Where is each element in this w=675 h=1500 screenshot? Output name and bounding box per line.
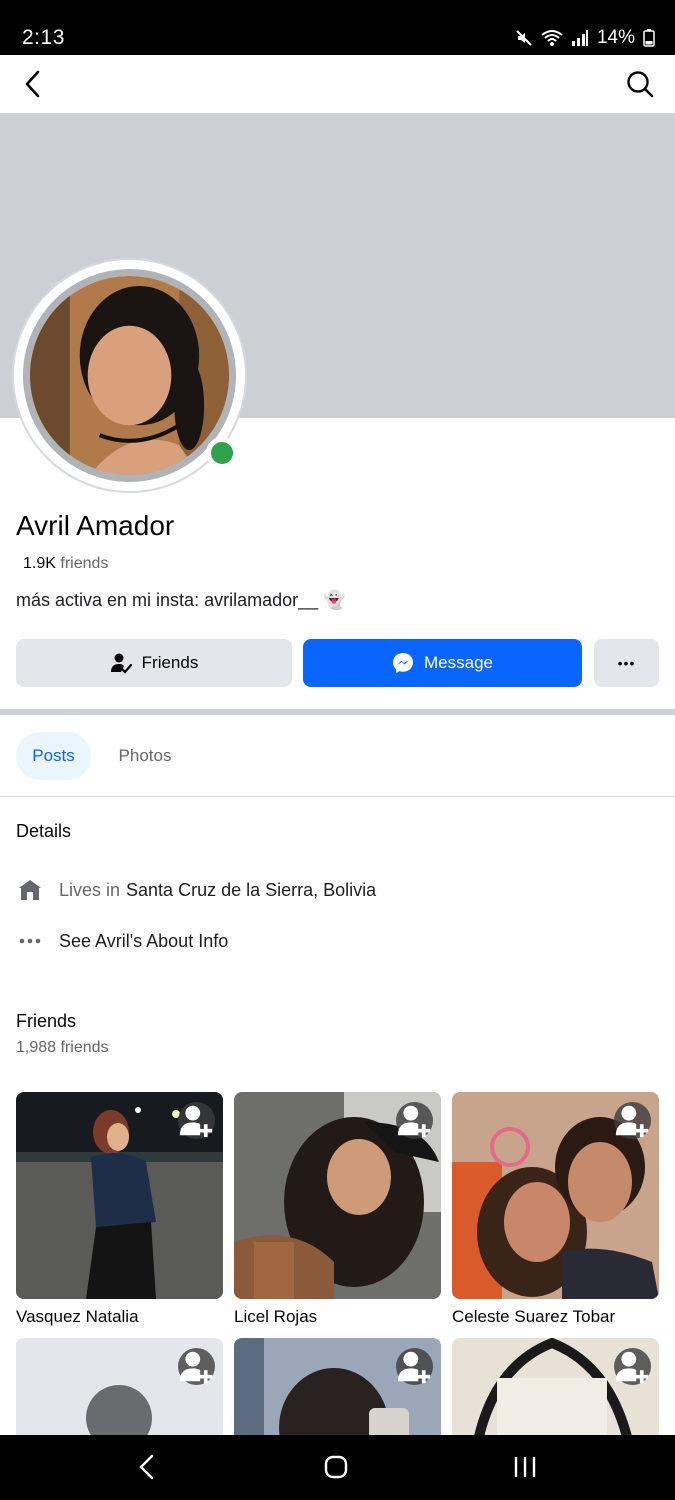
friends-button-label: Friends <box>141 653 199 672</box>
friend-count-label: friends <box>60 555 109 572</box>
add-friend-icon[interactable] <box>614 1102 651 1139</box>
messenger-icon <box>393 653 413 673</box>
friend-count[interactable]: 1.9K friends <box>23 555 108 573</box>
top-nav <box>0 55 675 113</box>
lives-in-place[interactable]: Santa Cruz de la Sierra, Bolivia <box>126 880 376 901</box>
add-friend-icon[interactable] <box>396 1348 433 1385</box>
tab-posts[interactable]: Posts <box>16 732 91 780</box>
section-divider <box>0 709 675 715</box>
more-dots-icon <box>16 927 44 955</box>
search-icon[interactable] <box>625 69 655 99</box>
friends-button[interactable]: Friends <box>16 639 292 687</box>
system-recents-icon[interactable] <box>512 1455 538 1479</box>
profile-name: Avril Amador <box>16 510 175 541</box>
more-dots-icon: ••• <box>617 655 636 671</box>
add-friend-icon[interactable] <box>614 1348 651 1385</box>
profile-bio: más activa en mi insta: avrilamador__ 👻 <box>16 590 346 610</box>
tabs-divider <box>0 796 675 797</box>
system-nav-bar <box>0 1435 675 1500</box>
add-friend-icon[interactable] <box>178 1348 215 1385</box>
home-icon <box>16 876 44 904</box>
friend-photo <box>234 1092 441 1299</box>
online-status-dot <box>206 437 238 469</box>
status-time: 2:13 <box>22 26 65 49</box>
tab-photos[interactable]: Photos <box>103 732 187 780</box>
friend-photo <box>452 1092 659 1299</box>
mute-icon <box>516 30 532 46</box>
battery-icon <box>643 29 655 47</box>
add-friend-icon[interactable] <box>178 1102 215 1139</box>
status-bar: 2:13 14% <box>0 0 675 55</box>
back-arrow-icon[interactable] <box>18 69 48 99</box>
friend-name[interactable]: Licel Rojas <box>234 1307 441 1327</box>
friend-photo <box>16 1092 223 1299</box>
system-home-icon[interactable] <box>323 1454 349 1480</box>
friend-card[interactable]: Vasquez Natalia <box>16 1092 223 1327</box>
status-icons: 14% <box>515 27 655 49</box>
wifi-icon <box>541 30 563 46</box>
detail-about-link[interactable]: See Avril's About Info <box>16 927 228 955</box>
friends-subtitle: 1,988 friends <box>16 1039 109 1056</box>
friend-card[interactable]: Licel Rojas <box>234 1092 441 1327</box>
add-friend-icon[interactable] <box>396 1102 433 1139</box>
avatar-photo <box>23 269 236 482</box>
friend-name[interactable]: Vasquez Natalia <box>16 1307 223 1327</box>
friend-name[interactable]: Celeste Suarez Tobar <box>452 1307 659 1327</box>
system-back-icon[interactable] <box>136 1454 158 1480</box>
about-info-label: See Avril's About Info <box>59 930 229 951</box>
friend-card[interactable]: Celeste Suarez Tobar <box>452 1092 659 1327</box>
message-button-label: Message <box>424 653 493 672</box>
person-check-icon <box>110 653 132 674</box>
details-title: Details <box>16 821 72 841</box>
profile-avatar[interactable] <box>12 258 247 493</box>
friend-count-number: 1.9K <box>23 555 56 572</box>
more-options-button[interactable]: ••• <box>594 639 659 687</box>
message-button[interactable]: Message <box>303 639 582 687</box>
signal-icon <box>571 30 588 46</box>
lives-in-prefix: Lives in <box>59 879 121 900</box>
detail-lives-in: Lives in Santa Cruz de la Sierra, Bolivi… <box>16 876 376 904</box>
friends-title: Friends <box>16 1011 77 1031</box>
battery-percent: 14% <box>596 27 635 48</box>
